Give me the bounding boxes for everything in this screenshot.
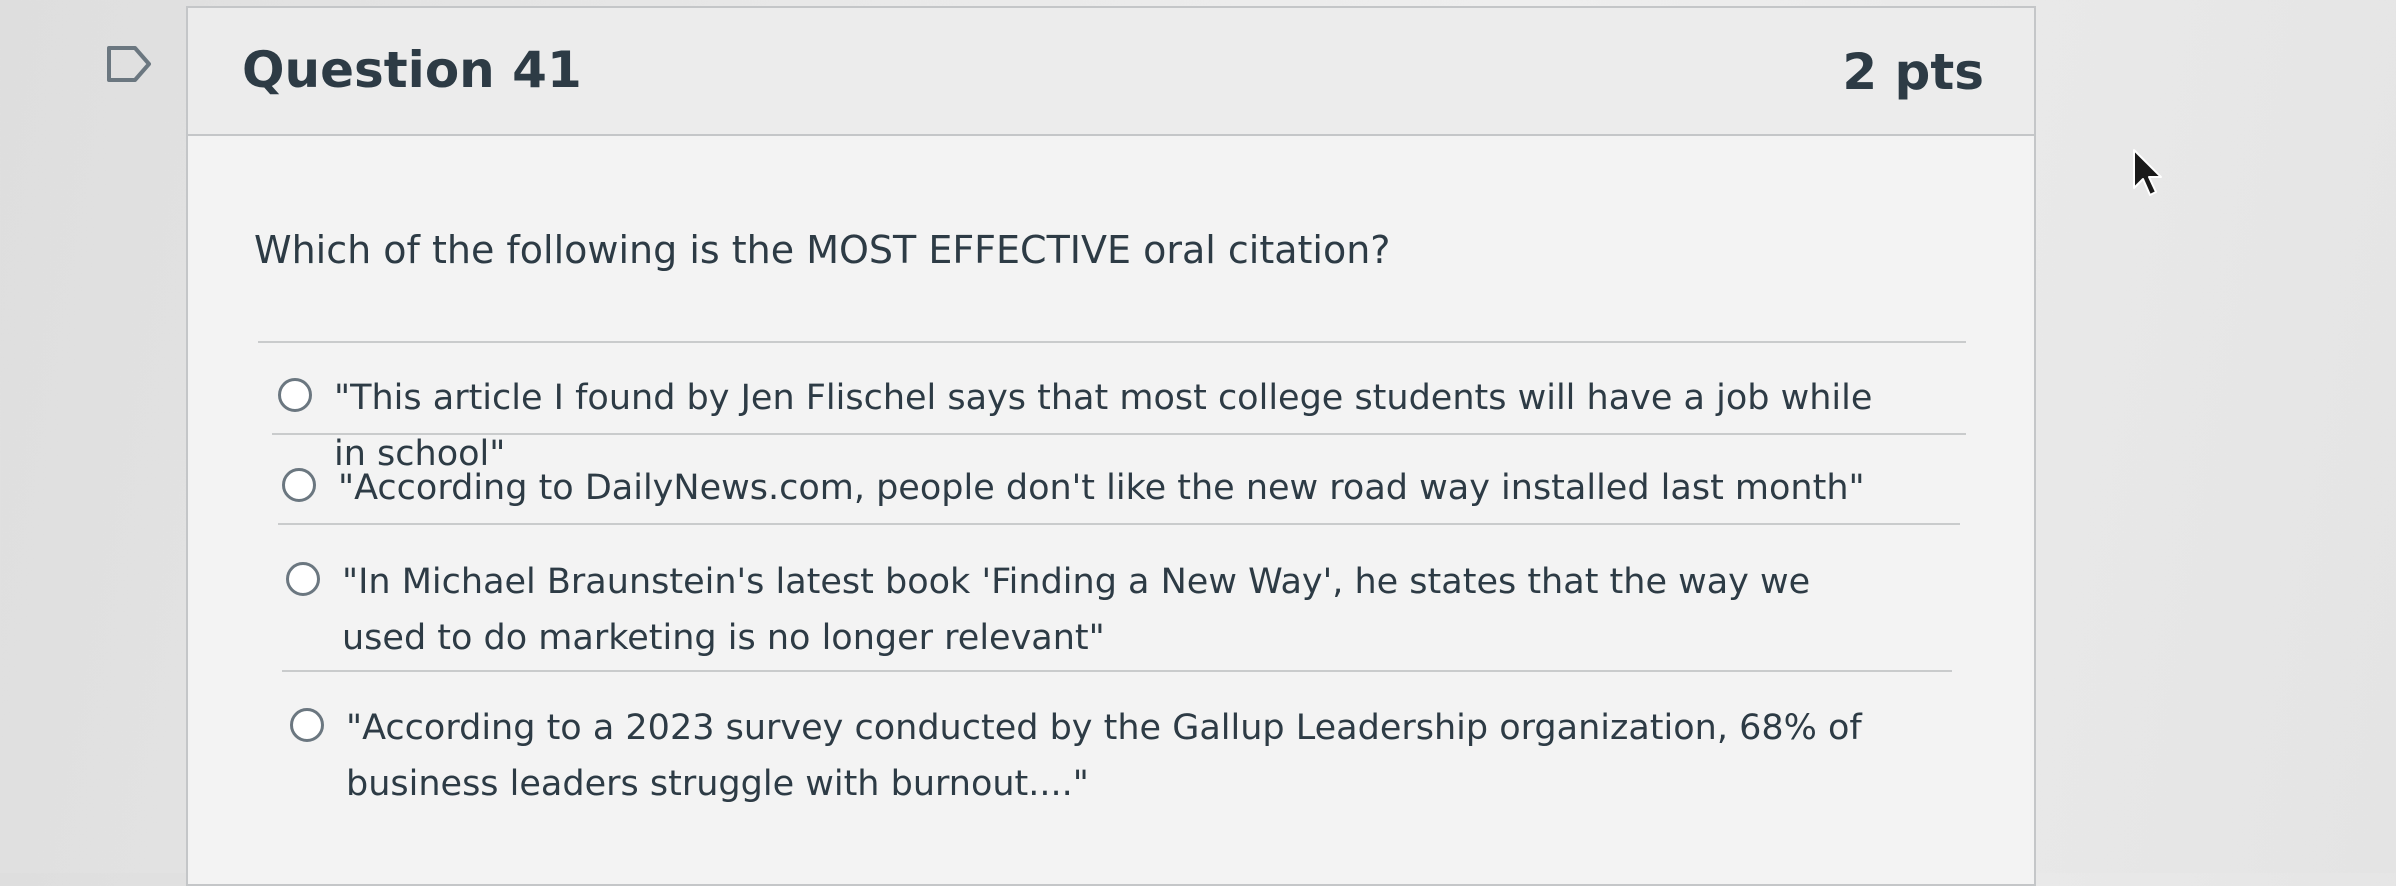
- radio-button[interactable]: [290, 708, 324, 742]
- answer-option-4[interactable]: "According to a 2023 survey conducted by…: [290, 700, 1866, 812]
- radio-button[interactable]: [278, 378, 312, 412]
- radio-button[interactable]: [282, 468, 316, 502]
- answer-option-2[interactable]: "According to DailyNews.com, people don'…: [282, 460, 1898, 516]
- question-card: Question 41 2 pts Which of the following…: [186, 6, 2036, 886]
- question-header: Question 41 2 pts: [188, 8, 2034, 136]
- divider: [272, 433, 1966, 435]
- divider: [278, 523, 1960, 525]
- answer-label[interactable]: "According to a 2023 survey conducted by…: [346, 700, 1866, 812]
- answer-label[interactable]: "In Michael Braunstein's latest book 'Fi…: [342, 554, 1862, 666]
- radio-button[interactable]: [286, 562, 320, 596]
- divider: [258, 341, 1966, 343]
- answer-option-3[interactable]: "In Michael Braunstein's latest book 'Fi…: [286, 554, 1862, 666]
- question-title: Question 41: [242, 41, 582, 99]
- mouse-pointer-icon: [2133, 149, 2162, 196]
- flag-question-icon[interactable]: [105, 44, 153, 84]
- question-text: Which of the following is the MOST EFFEC…: [254, 228, 1391, 272]
- divider: [282, 670, 1952, 672]
- question-points: 2 pts: [1842, 43, 1984, 101]
- answer-label[interactable]: "According to DailyNews.com, people don'…: [338, 460, 1898, 516]
